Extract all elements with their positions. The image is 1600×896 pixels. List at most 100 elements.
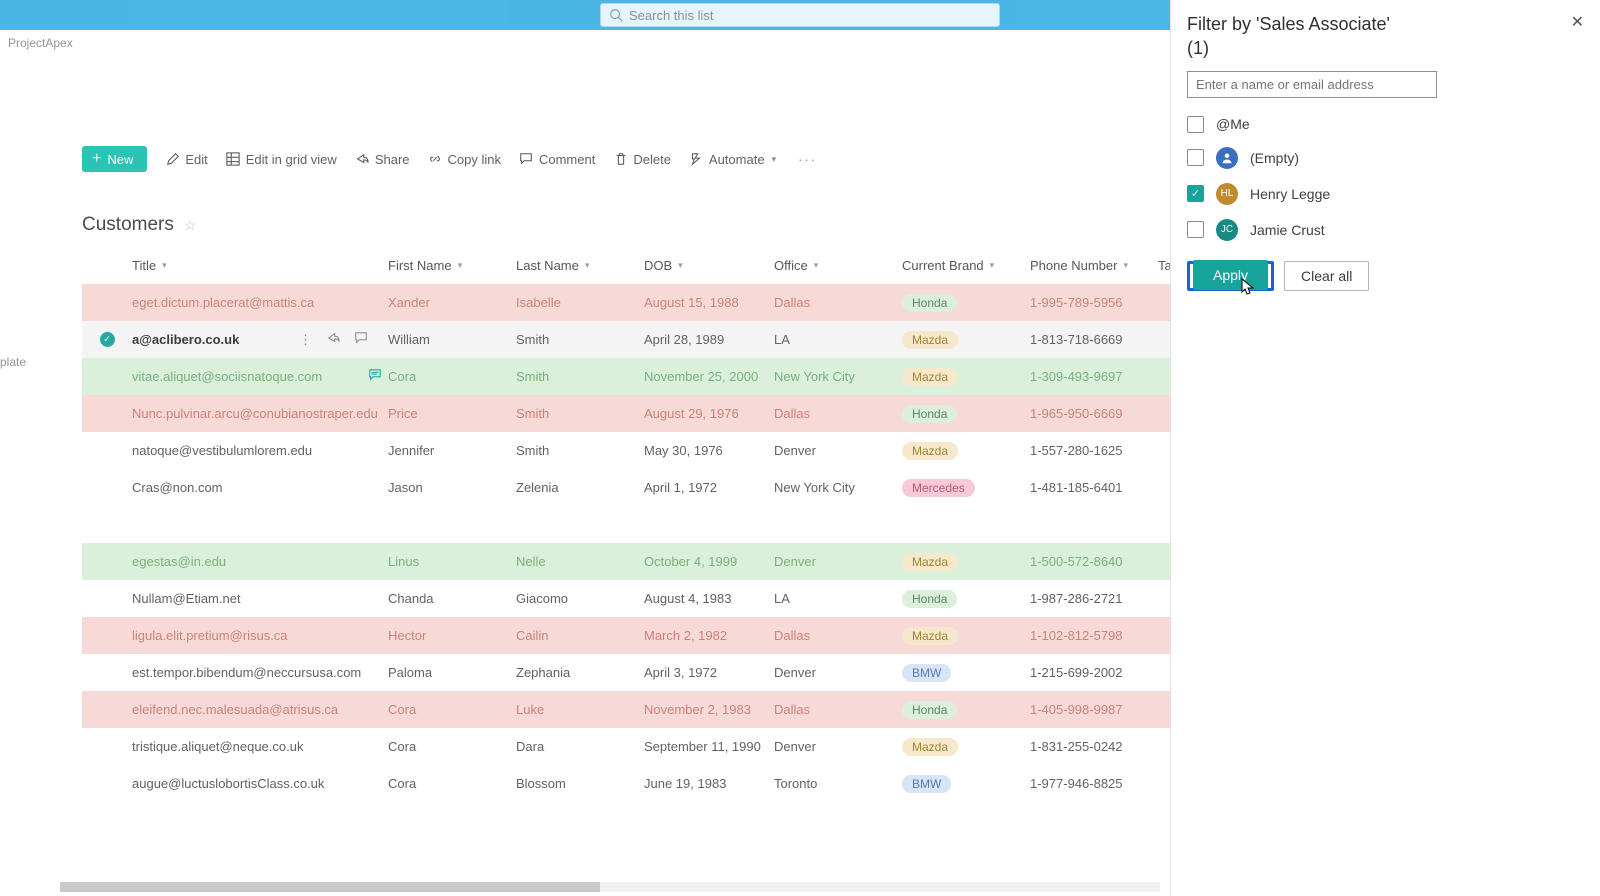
cell-dob: November 25, 2000 — [644, 369, 774, 384]
chevron-down-icon: ▾ — [585, 260, 590, 271]
filter-option-henry-legge[interactable]: ✓ HL Henry Legge — [1187, 183, 1584, 205]
column-phone[interactable]: Phone Number▾ — [1030, 258, 1158, 273]
cell-phone: 1-813-718-6669 — [1030, 332, 1158, 347]
filter-option-jamie-crust[interactable]: JC Jamie Crust — [1187, 219, 1584, 241]
cell-first-name: Jennifer — [388, 443, 516, 458]
filter-option-me[interactable]: @Me — [1187, 116, 1584, 133]
cell-brand: Mazda — [902, 553, 1030, 571]
title-text: natoque@vestibulumlorem.edu — [132, 443, 312, 458]
table-row[interactable]: Cras@non.comJasonZeleniaApril 1, 1972New… — [82, 469, 1170, 506]
column-office[interactable]: Office▾ — [774, 258, 902, 273]
column-current-brand[interactable]: Current Brand▾ — [902, 258, 1030, 273]
cell-last-name: Zephania — [516, 665, 644, 680]
favorite-star-icon[interactable]: ☆ — [184, 217, 197, 234]
cell-brand: Honda — [902, 405, 1030, 423]
edit-grid-button[interactable]: Edit in grid view — [226, 152, 337, 167]
table-row[interactable]: Nunc.pulvinar.arcu@conubianostraper.eduP… — [82, 395, 1170, 432]
table-row[interactable]: est.tempor.bibendum@neccursusa.comPaloma… — [82, 654, 1170, 691]
checkbox[interactable]: ✓ — [1187, 185, 1204, 202]
cell-brand: Mazda — [902, 368, 1030, 386]
clear-all-button[interactable]: Clear all — [1284, 261, 1369, 291]
cell-last-name: Nelle — [516, 554, 644, 569]
column-dob[interactable]: DOB▾ — [644, 258, 774, 273]
checkbox[interactable] — [1187, 116, 1204, 133]
cell-office: Dallas — [774, 628, 902, 643]
cell-brand: BMW — [902, 664, 1030, 682]
column-title[interactable]: Title▾ — [132, 258, 388, 273]
cell-first-name: Xander — [388, 295, 516, 310]
cell-title[interactable]: eleifend.nec.malesuada@atrisus.ca — [132, 702, 388, 717]
close-icon[interactable]: ✕ — [1571, 12, 1584, 32]
brand-pill: Mazda — [902, 331, 958, 349]
search-box[interactable]: Search this list — [600, 3, 1000, 27]
delete-button[interactable]: Delete — [613, 152, 671, 167]
cell-title[interactable]: vitae.aliquet@sociisnatoque.com — [132, 368, 388, 385]
cell-title[interactable]: ligula.elit.pretium@risus.ca — [132, 628, 388, 643]
scrollbar-thumb[interactable] — [60, 882, 600, 892]
table-row[interactable]: eleifend.nec.malesuada@atrisus.caCoraLuk… — [82, 691, 1170, 728]
row-more-icon[interactable]: ⋮ — [299, 332, 312, 348]
table-row[interactable]: ligula.elit.pretium@risus.caHectorCailin… — [82, 617, 1170, 654]
cell-brand: Honda — [902, 294, 1030, 312]
table-row[interactable]: tristique.aliquet@neque.co.ukCoraDaraSep… — [82, 728, 1170, 765]
cell-title[interactable]: natoque@vestibulumlorem.edu — [132, 443, 388, 458]
automate-button[interactable]: Automate ▾ — [689, 152, 776, 167]
column-last-name[interactable]: Last Name▾ — [516, 258, 644, 273]
new-button[interactable]: + New — [82, 146, 147, 172]
cell-title[interactable]: egestas@in.edu — [132, 554, 388, 569]
title-text: eget.dictum.placerat@mattis.ca — [132, 295, 314, 310]
cell-last-name: Zelenia — [516, 480, 644, 495]
row-comment-icon[interactable] — [354, 331, 368, 348]
pencil-icon — [165, 152, 180, 167]
filter-option-empty[interactable]: (Empty) — [1187, 147, 1584, 169]
cell-title[interactable]: tristique.aliquet@neque.co.uk — [132, 739, 388, 754]
comment-button[interactable]: Comment — [519, 152, 595, 167]
comment-label: Comment — [539, 152, 595, 167]
table-row[interactable]: eget.dictum.placerat@mattis.caXanderIsab… — [82, 284, 1170, 321]
cell-phone: 1-557-280-1625 — [1030, 443, 1158, 458]
table-row[interactable]: egestas@in.eduLinusNelleOctober 4, 1999D… — [82, 543, 1170, 580]
list-title: Customers — [82, 214, 174, 236]
cell-title[interactable]: eget.dictum.placerat@mattis.ca — [132, 295, 388, 310]
cell-last-name: Smith — [516, 369, 644, 384]
edit-button[interactable]: Edit — [165, 152, 207, 167]
cell-title[interactable]: augue@luctuslobortisClass.co.uk — [132, 776, 388, 791]
share-button[interactable]: Share — [355, 152, 410, 167]
row-share-icon[interactable] — [326, 331, 340, 348]
checkbox[interactable] — [1187, 221, 1204, 238]
title-text: eleifend.nec.malesuada@atrisus.ca — [132, 702, 338, 717]
cell-dob: May 30, 1976 — [644, 443, 774, 458]
cell-title[interactable]: est.tempor.bibendum@neccursusa.com — [132, 665, 388, 680]
cell-last-name: Smith — [516, 332, 644, 347]
row-has-comment-icon[interactable] — [368, 368, 382, 385]
copy-link-button[interactable]: Copy link — [428, 152, 501, 167]
cell-title[interactable]: Nullam@Etiam.net — [132, 591, 388, 606]
table-row[interactable]: natoque@vestibulumlorem.edu JenniferSmith… — [82, 432, 1170, 469]
cell-title[interactable]: a@aclibero.co.uk⋮ — [132, 331, 388, 348]
filter-option-label: (Empty) — [1250, 150, 1299, 166]
table-row[interactable]: Nullam@Etiam.netChandaGiacomoAugust 4, 1… — [82, 580, 1170, 617]
title-text: tristique.aliquet@neque.co.uk — [132, 739, 303, 754]
title-text: augue@luctuslobortisClass.co.uk — [132, 776, 324, 791]
cell-office: LA — [774, 591, 902, 606]
flow-icon — [689, 152, 704, 167]
table-row[interactable]: ✓a@aclibero.co.uk⋮WilliamSmithApril 28, … — [82, 321, 1170, 358]
cell-title[interactable]: Cras@non.com — [132, 480, 388, 495]
cell-last-name: Smith — [516, 443, 644, 458]
column-first-name[interactable]: First Name▾ — [388, 258, 516, 273]
horizontal-scrollbar[interactable] — [60, 882, 1160, 892]
checkbox[interactable] — [1187, 149, 1204, 166]
filter-person-input[interactable] — [1187, 71, 1437, 98]
left-nav-remnant: plate — [0, 355, 26, 369]
table-row[interactable]: augue@luctuslobortisClass.co.ukCoraBloss… — [82, 765, 1170, 802]
cell-title[interactable]: Nunc.pulvinar.arcu@conubianostraper.edu — [132, 406, 388, 421]
cell-first-name: Linus — [388, 554, 516, 569]
avatar: JC — [1216, 219, 1238, 241]
row-select-gutter[interactable]: ✓ — [82, 332, 132, 347]
copy-link-label: Copy link — [448, 152, 501, 167]
column-header-row: Title▾ First Name▾ Last Name▾ DOB▾ Offic… — [82, 246, 1170, 284]
more-commands-button[interactable]: ··· — [794, 152, 821, 167]
brand-pill: Mazda — [902, 738, 958, 756]
table-row[interactable]: vitae.aliquet@sociisnatoque.comCoraSmith… — [82, 358, 1170, 395]
cell-phone: 1-977-946-8825 — [1030, 776, 1158, 791]
